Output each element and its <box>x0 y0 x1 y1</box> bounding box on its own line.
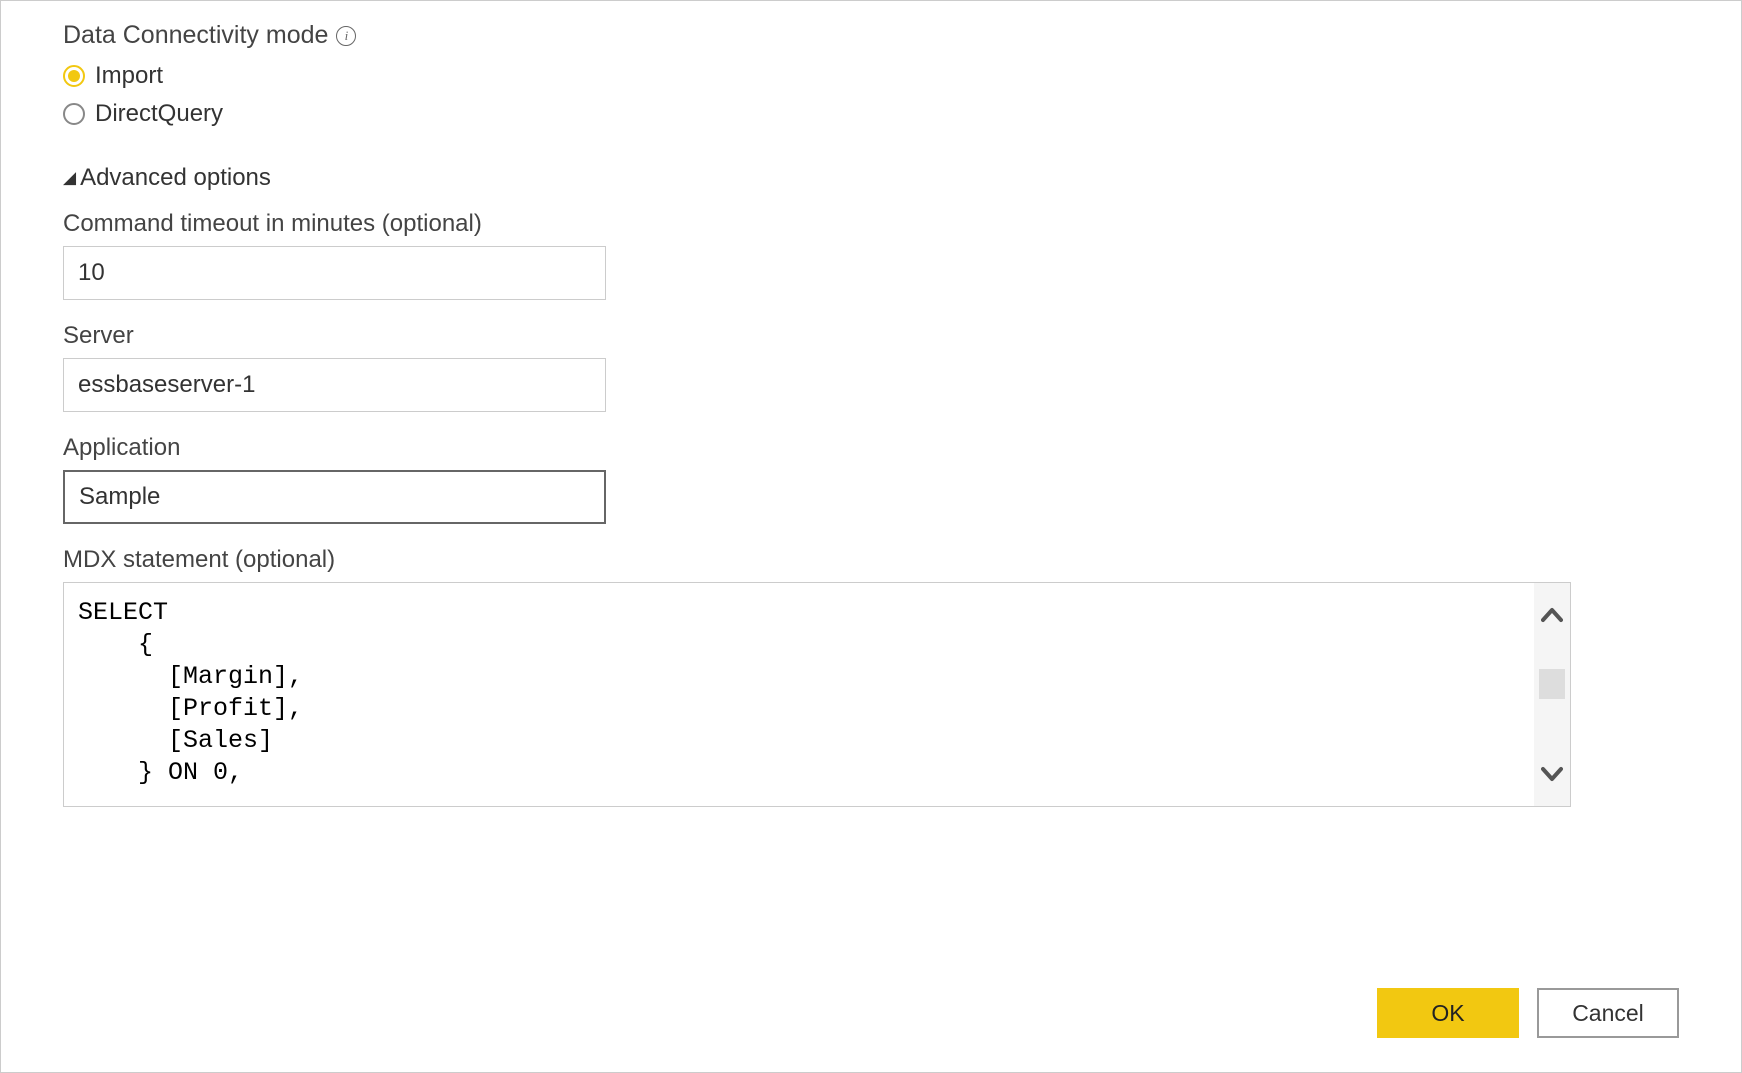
info-icon[interactable]: i <box>336 26 356 46</box>
connectivity-mode-label: Data Connectivity mode <box>63 21 328 50</box>
scroll-up-icon[interactable] <box>1541 607 1563 623</box>
dialog-button-row: OK Cancel <box>1377 988 1679 1038</box>
expand-triangle-icon: ◢ <box>63 168 76 188</box>
scrollbar-track[interactable] <box>1534 583 1570 806</box>
ok-button[interactable]: OK <box>1377 988 1519 1038</box>
cancel-button[interactable]: Cancel <box>1537 988 1679 1038</box>
application-input[interactable] <box>63 470 606 524</box>
directquery-radio-label: DirectQuery <box>95 100 223 128</box>
radio-selected-icon <box>63 65 85 87</box>
import-radio-option[interactable]: Import <box>63 62 1679 90</box>
server-label: Server <box>63 322 1679 350</box>
directquery-radio-option[interactable]: DirectQuery <box>63 100 1679 128</box>
connectivity-mode-title: Data Connectivity mode i <box>63 21 1679 50</box>
timeout-label: Command timeout in minutes (optional) <box>63 210 1679 238</box>
application-label: Application <box>63 434 1679 462</box>
connectivity-radio-group: Import DirectQuery <box>63 62 1679 128</box>
mdx-textarea[interactable] <box>64 583 1534 806</box>
scroll-down-icon[interactable] <box>1541 766 1563 782</box>
scroll-thumb[interactable] <box>1539 669 1565 699</box>
server-input[interactable] <box>63 358 606 412</box>
mdx-container <box>63 582 1571 807</box>
timeout-input[interactable] <box>63 246 606 300</box>
mdx-label: MDX statement (optional) <box>63 546 1679 574</box>
import-radio-label: Import <box>95 62 163 90</box>
advanced-options-label: Advanced options <box>80 164 271 192</box>
radio-unselected-icon <box>63 103 85 125</box>
connector-dialog: Data Connectivity mode i Import DirectQu… <box>0 0 1742 1073</box>
advanced-options-toggle[interactable]: ◢ Advanced options <box>63 164 1679 192</box>
